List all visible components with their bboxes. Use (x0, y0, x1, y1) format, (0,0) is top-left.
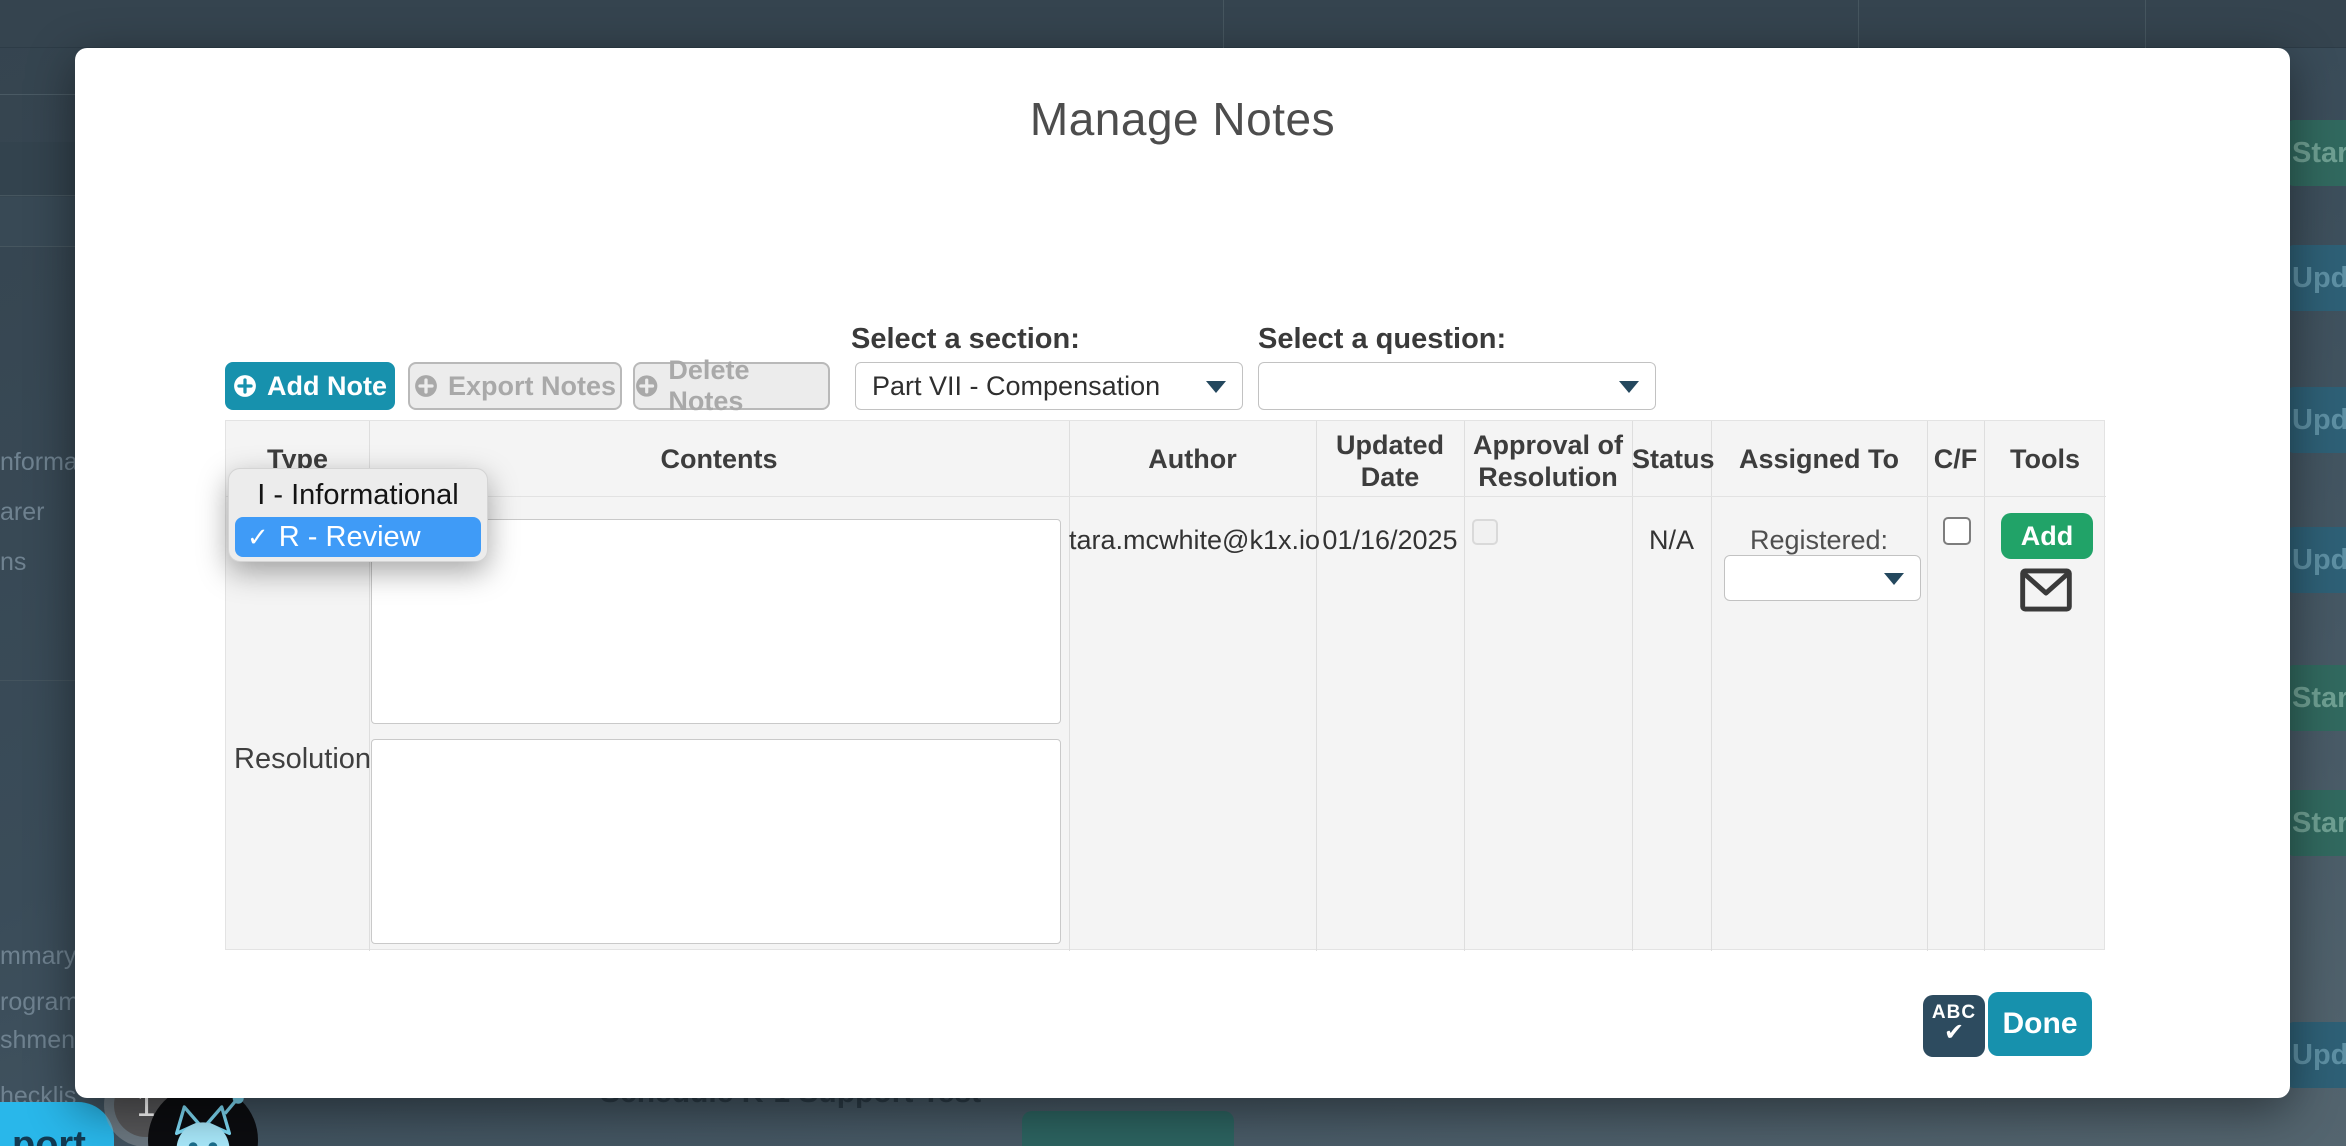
plus-circle-icon (414, 374, 438, 398)
background-sidebar-row (0, 197, 80, 247)
background-footer-button[interactable] (1022, 1111, 1234, 1146)
spellcheck-check-icon: ✔ (1923, 1022, 1985, 1044)
column-header-status: Status (1632, 443, 1711, 475)
resolution-textarea[interactable] (371, 739, 1061, 944)
status-cell: N/A (1632, 525, 1711, 556)
assigned-to-select[interactable] (1724, 555, 1921, 601)
add-note-label: Add Note (267, 371, 387, 402)
sidebar-item-fragment: arer (0, 498, 44, 527)
column-header-approval: Approval of Resolution (1464, 429, 1632, 493)
column-header-tools: Tools (1984, 443, 2106, 475)
background-update-button[interactable]: Upda (2286, 245, 2346, 311)
manage-notes-modal: Manage Notes Select a section: Select a … (75, 48, 2290, 1098)
question-select-label: Select a question: (1258, 323, 1506, 356)
type-dropdown-menu: I - Informational ✓ R - Review (228, 468, 488, 562)
checkmark-icon: ✓ (247, 522, 269, 552)
background-start-button[interactable]: Start (2286, 120, 2346, 186)
export-notes-button[interactable]: Export Notes (408, 362, 622, 410)
send-email-button[interactable] (2019, 567, 2073, 618)
plus-circle-icon (233, 374, 257, 398)
background-sidebar-row (0, 142, 80, 196)
divider (1223, 0, 1224, 48)
sidebar-item-fragment: ns (0, 548, 26, 577)
background-update-button[interactable]: Upda (2286, 387, 2346, 453)
cf-checkbox[interactable] (1943, 517, 1971, 545)
background-update-button[interactable]: Upda (2286, 1022, 2346, 1088)
menu-item-review-selected[interactable]: ✓ R - Review (235, 517, 481, 557)
divider (1632, 421, 1633, 951)
divider (1858, 0, 1859, 48)
page-title: Manage Notes (75, 92, 2290, 146)
column-header-author: Author (1069, 443, 1316, 475)
sidebar-item-fragment: nforma (0, 448, 78, 477)
sidebar-item-fragment: rogram (0, 988, 79, 1017)
notes-table: Type Contents Author Updated Date Approv… (225, 420, 2105, 950)
divider (2145, 0, 2146, 48)
column-header-updated-date: Updated Date (1316, 429, 1464, 493)
sidebar-item-fragment: mmary (0, 942, 76, 971)
delete-notes-button[interactable]: Delete Notes (633, 362, 830, 410)
add-assignee-button[interactable]: Add (2001, 513, 2093, 559)
delete-notes-label: Delete Notes (668, 355, 828, 417)
screen: nforma arer ns mmary rogram shment heckl… (0, 0, 2346, 1146)
section-select-value: Part VII - Compensation (872, 371, 1160, 401)
menu-item-review-label: R - Review (279, 521, 421, 553)
sidebar-item-fragment: shment (0, 1026, 82, 1055)
section-select-label: Select a section: (851, 323, 1080, 356)
export-notes-label: Export Notes (448, 371, 616, 402)
divider (1927, 421, 1928, 951)
question-select[interactable] (1258, 362, 1656, 410)
author-cell: tara.mcwhite@k1x.io (1069, 525, 1316, 556)
background-update-button[interactable]: Upda (2286, 527, 2346, 593)
column-header-assigned-to: Assigned To (1711, 443, 1927, 475)
chevron-down-icon (1619, 381, 1639, 393)
add-note-button[interactable]: Add Note (225, 362, 395, 410)
plus-circle-icon (635, 374, 658, 398)
column-header-cf: C/F (1927, 443, 1984, 475)
divider (1464, 421, 1465, 951)
divider (226, 496, 2106, 497)
updated-date-cell: 01/16/2025 (1316, 525, 1464, 556)
chevron-down-icon (1884, 573, 1904, 585)
divider (0, 680, 78, 681)
divider (1069, 421, 1070, 951)
background-topbar (0, 0, 2346, 48)
spellcheck-button[interactable]: ABC ✔ (1923, 995, 1985, 1057)
done-button[interactable]: Done (1988, 992, 2092, 1056)
menu-item-informational[interactable]: I - Informational (229, 474, 487, 516)
resolution-label: Resolution: (234, 743, 366, 776)
divider (0, 94, 78, 95)
section-select[interactable]: Part VII - Compensation (855, 362, 1243, 410)
support-button[interactable]: port (0, 1102, 114, 1146)
approval-checkbox[interactable] (1472, 519, 1498, 545)
divider (1711, 421, 1712, 951)
divider (1316, 421, 1317, 951)
chevron-down-icon (1206, 381, 1226, 393)
envelope-icon (2019, 567, 2073, 613)
background-start-button[interactable]: Start (2286, 665, 2346, 731)
background-start-button[interactable]: Start (2286, 790, 2346, 856)
assigned-to-label: Registered: (1711, 525, 1927, 556)
divider (1984, 421, 1985, 951)
